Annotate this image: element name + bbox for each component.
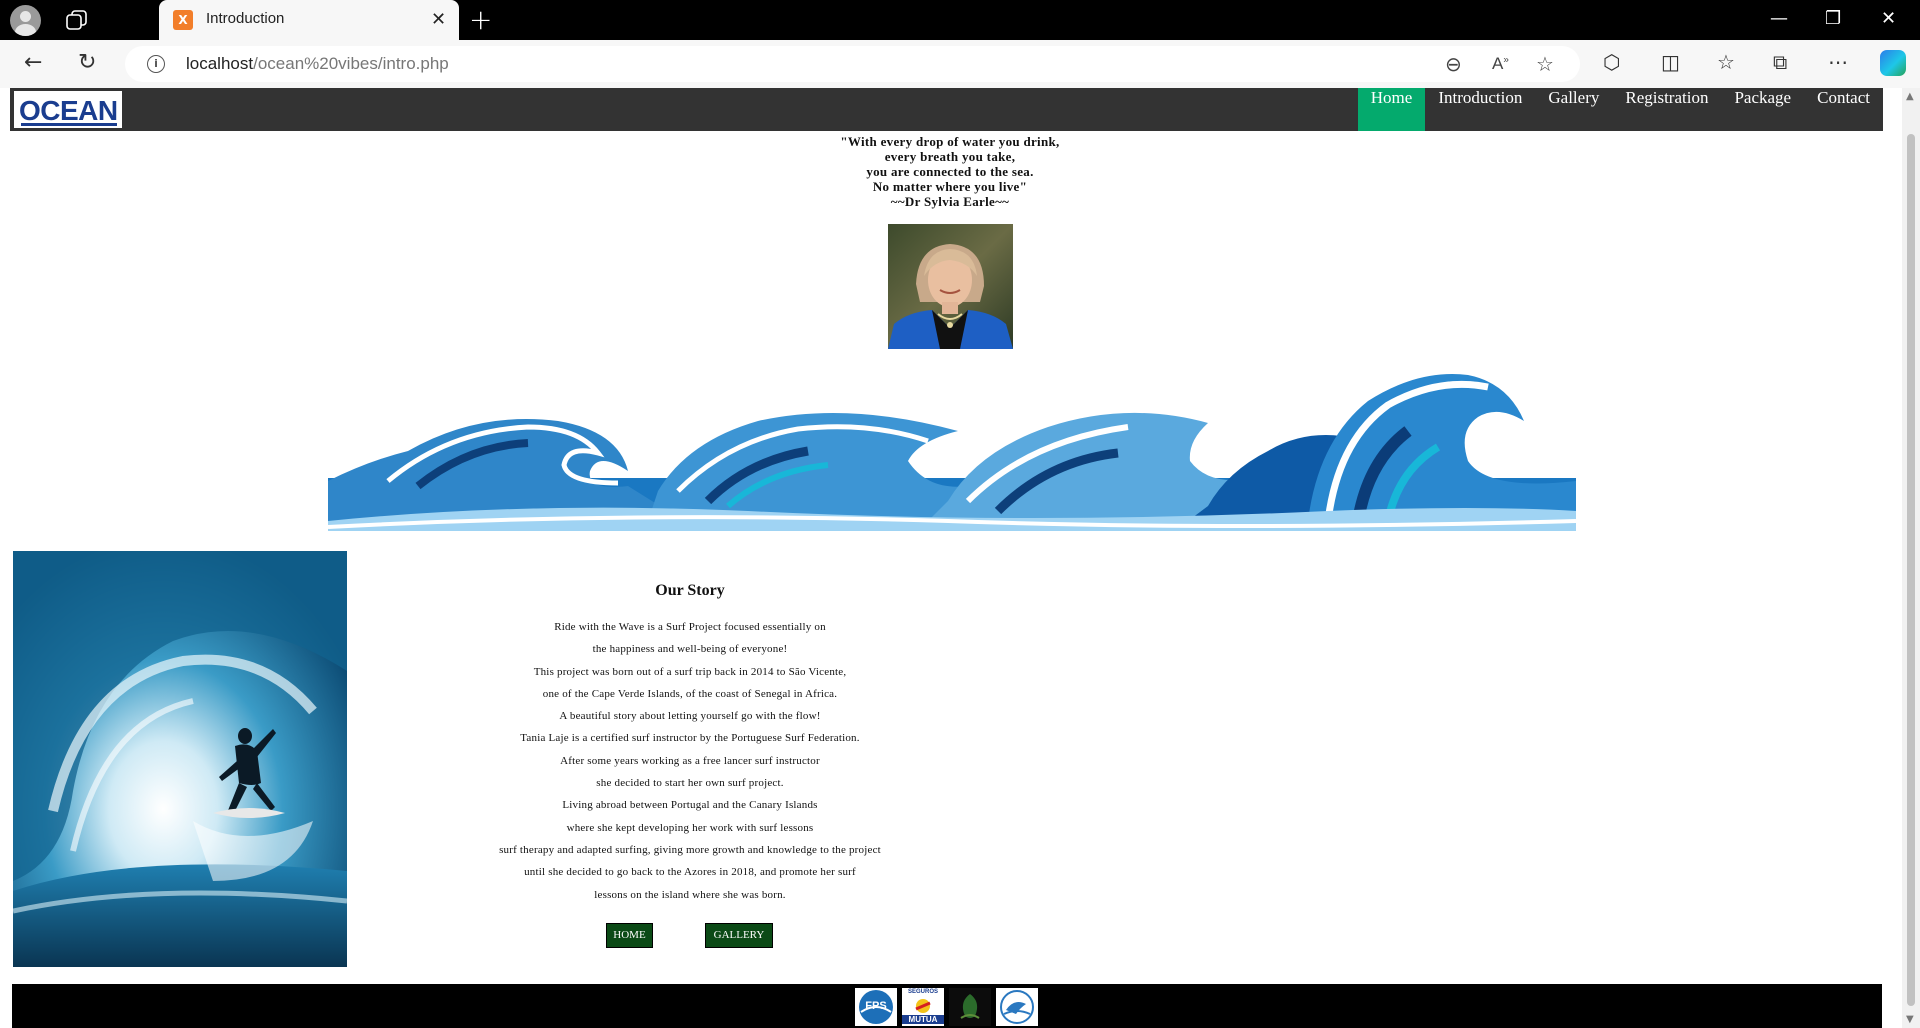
nav-home[interactable]: Home: [1357, 88, 1426, 131]
sponsor-mutua-top: SEGUROS: [907, 989, 938, 995]
surfer-photo: [13, 551, 347, 967]
story-line: A beautiful story about letting yourself…: [559, 710, 821, 723]
new-tab-icon[interactable]: +: [469, 3, 492, 36]
home-button[interactable]: HOME: [606, 923, 653, 948]
scroll-down-icon[interactable]: ▼: [1906, 1014, 1914, 1025]
story-line: until she decided to go back to the Azor…: [524, 866, 856, 879]
split-screen-icon[interactable]: ◫: [1661, 50, 1680, 74]
browser-tab-bar: X Introduction ✕ + — ❐ ✕: [0, 0, 1920, 40]
sponsor-fps-logo[interactable]: FPS: [855, 988, 897, 1026]
sponsor-surf-logo[interactable]: [996, 988, 1038, 1026]
url-text[interactable]: localhost/ocean%20vibes/intro.php: [186, 54, 449, 74]
nav-links: Home Introduction Gallery Registration P…: [1357, 88, 1883, 131]
restore-icon[interactable]: ❐: [1825, 8, 1841, 29]
site-navbar: OCEAN Home Introduction Gallery Registra…: [10, 88, 1883, 131]
sponsor-mutua-bottom: MUTUA: [902, 1015, 944, 1024]
nav-contact[interactable]: Contact: [1804, 88, 1883, 131]
gallery-button[interactable]: GALLERY: [705, 923, 773, 948]
ocean-logo[interactable]: OCEAN: [14, 91, 122, 128]
window-close-icon[interactable]: ✕: [1881, 8, 1896, 29]
address-toolbar: ← ↻ i localhost/ocean%20vibes/intro.php …: [0, 40, 1920, 88]
tab-close-icon[interactable]: ✕: [431, 9, 446, 30]
quote-line: you are connected to the sea.: [866, 164, 1034, 179]
scroll-up-icon[interactable]: ▲: [1906, 91, 1914, 102]
story-line: lessons on the island where she was born…: [594, 888, 786, 901]
story-line: the happiness and well-being of everyone…: [592, 643, 788, 656]
story-line: where she kept developing her work with …: [566, 821, 814, 834]
quote-author: ~~Dr Sylvia Earle~~: [890, 194, 1010, 209]
collections-icon[interactable]: ⧉: [1773, 50, 1787, 74]
zoom-icon[interactable]: ⊖: [1445, 52, 1462, 76]
page-scrollbar[interactable]: ▲ ▼: [1902, 88, 1920, 1028]
workspaces-icon[interactable]: [66, 10, 88, 30]
nav-gallery[interactable]: Gallery: [1535, 88, 1612, 131]
story-line: After some years working as a free lance…: [560, 754, 820, 767]
story-line: This project was born out of a surf trip…: [533, 665, 847, 678]
tab-title: Introduction: [206, 10, 285, 27]
xampp-favicon-icon: X: [173, 10, 193, 30]
refresh-icon[interactable]: ↻: [78, 50, 96, 75]
quote-block: "With every drop of water you drink, eve…: [10, 134, 1890, 209]
more-menu-icon[interactable]: ⋯: [1828, 50, 1848, 74]
scrollbar-thumb[interactable]: [1907, 134, 1915, 1006]
quote-line: "With every drop of water you drink,: [840, 134, 1060, 149]
story-line: surf therapy and adapted surfing, giving…: [499, 843, 881, 856]
quote-line: No matter where you live": [872, 179, 1028, 194]
page-viewport: OCEAN Home Introduction Gallery Registra…: [0, 88, 1920, 1028]
sponsor-leaf-logo[interactable]: [949, 988, 991, 1026]
favorites-icon[interactable]: ☆: [1717, 50, 1735, 74]
story-line: Tania Laje is a certified surf instructo…: [520, 732, 860, 745]
nav-introduction[interactable]: Introduction: [1425, 88, 1535, 131]
profile-icon[interactable]: [10, 5, 41, 36]
nav-registration[interactable]: Registration: [1612, 88, 1721, 131]
browser-tab[interactable]: X Introduction ✕: [159, 0, 459, 40]
sponsor-fps-label: FPS: [865, 1000, 887, 1012]
sponsor-mutua-logo[interactable]: SEGUROS MUTUA: [902, 988, 944, 1026]
footer: FPS SEGUROS MUTUA: [12, 984, 1882, 1028]
favorite-star-icon[interactable]: ☆: [1536, 52, 1554, 76]
story-line: one of the Cape Verde Islands, of the co…: [542, 687, 838, 700]
copilot-icon[interactable]: [1880, 50, 1906, 76]
story-line: she decided to start her own surf projec…: [596, 777, 784, 790]
story-line: Living abroad between Portugal and the C…: [562, 799, 818, 812]
story-title: Our Story: [655, 582, 725, 599]
back-icon[interactable]: ←: [24, 50, 42, 75]
address-bar[interactable]: i localhost/ocean%20vibes/intro.php ⊖ A»…: [125, 46, 1580, 82]
story-line: Ride with the Wave is a Surf Project foc…: [554, 621, 826, 633]
quote-line: every breath you take,: [884, 149, 1016, 164]
logo-underline: [21, 123, 117, 126]
minimize-icon[interactable]: —: [1770, 8, 1788, 29]
extensions-icon[interactable]: ⬡: [1603, 50, 1620, 74]
site-info-icon[interactable]: i: [147, 55, 165, 73]
read-aloud-icon[interactable]: A»: [1492, 54, 1509, 74]
our-story-section: Our Story Ride with the Wave is a Surf P…: [460, 582, 920, 906]
waves-banner: [328, 361, 1576, 531]
nav-package[interactable]: Package: [1721, 88, 1804, 131]
sylvia-earle-portrait: [888, 224, 1013, 349]
